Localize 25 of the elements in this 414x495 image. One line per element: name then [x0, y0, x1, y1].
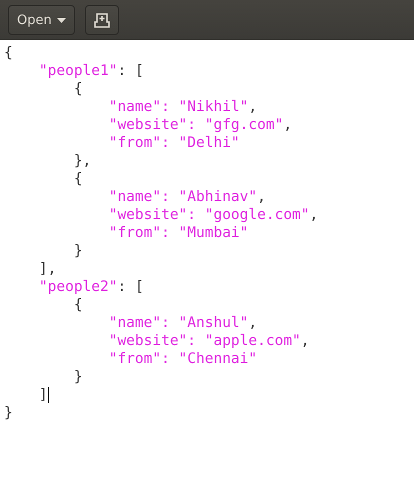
code-line: "from": "Mumbai" — [108, 224, 248, 242]
code-line: }, — [74, 152, 92, 170]
code-line: "from": "Chennai" — [108, 350, 258, 368]
code-line: { — [74, 80, 83, 98]
code-line: "name": "Abhinav", — [108, 188, 266, 206]
code-line: ], — [38, 260, 56, 278]
code-line: } — [4, 404, 13, 422]
code-line: "website": "apple.com", — [108, 332, 310, 350]
new-tab-button[interactable] — [84, 5, 119, 35]
code-line: { — [74, 170, 83, 188]
caret-icon — [56, 18, 66, 22]
code-line: "people1": [ — [38, 62, 144, 80]
code-line: "name": "Anshul", — [108, 314, 258, 332]
code-line: "from": "Delhi" — [108, 134, 240, 152]
open-button[interactable]: Open — [8, 5, 75, 35]
code-line: "website": "gfg.com", — [108, 116, 292, 134]
code-line: { — [4, 44, 13, 62]
code-line: { — [74, 296, 83, 314]
code-line: "name": "Nikhil", — [108, 98, 258, 116]
code-line: } — [74, 368, 83, 386]
code-line: } — [74, 242, 83, 260]
code-line: "people2": [ — [38, 278, 144, 296]
code-line: "website": "google.com", — [108, 206, 318, 224]
new-document-icon — [94, 12, 110, 28]
code-line: ] — [38, 386, 48, 404]
